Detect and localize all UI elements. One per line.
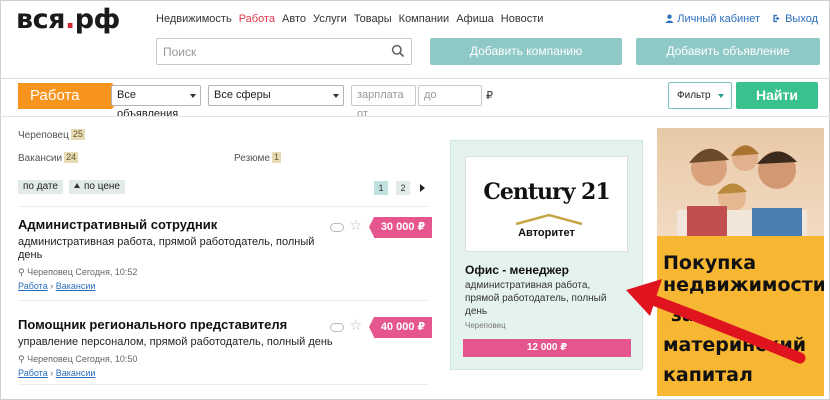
nav-item-work[interactable]: Работа — [239, 13, 275, 25]
logo-wordmark: Century 21 — [483, 179, 610, 205]
city-filter[interactable]: Череповец 25 — [18, 129, 85, 141]
sort-by-price-button[interactable]: по цене — [68, 180, 125, 194]
roof-icon — [515, 213, 583, 225]
nav-item-afisha[interactable]: Афиша — [456, 13, 494, 25]
compare-toggle[interactable] — [330, 223, 344, 232]
star-icon[interactable]: ☆ — [349, 218, 362, 232]
crumb-work-link[interactable]: Работа — [18, 281, 48, 291]
ad-banner[interactable]: Покупка недвижимости за материнский капи… — [657, 128, 824, 396]
resume-tab[interactable]: Резюме 1 — [234, 152, 281, 164]
search-input[interactable] — [157, 39, 377, 64]
crumb-vacancies-link[interactable]: Вакансии — [56, 281, 96, 291]
banner-line-4: материнский — [663, 334, 807, 356]
cabinet-label: Личный кабинет — [677, 13, 761, 25]
list-divider — [18, 300, 428, 301]
list-divider — [18, 384, 428, 385]
vacancies-tab[interactable]: Вакансии 24 — [18, 152, 79, 164]
logo-subtitle: Авторитет — [518, 227, 575, 239]
job-meta: ⚲ Череповец Сегодня, 10:50 — [18, 354, 432, 365]
chevron-down-icon — [333, 94, 339, 98]
salary-badge: 40 000 ₽ — [369, 317, 432, 338]
crumb-work-link[interactable]: Работа — [18, 368, 48, 378]
list-item[interactable]: Административный сотрудник административ… — [18, 217, 432, 291]
nav-item-goods[interactable]: Товары — [354, 13, 392, 25]
promo-city: Череповец — [465, 321, 506, 330]
page-2-button[interactable]: 2 — [396, 181, 410, 195]
banner-line-5: капитал — [663, 364, 753, 386]
salary-from-input[interactable]: зарплата от — [351, 85, 416, 120]
sort-by-date-button[interactable]: по дате — [18, 180, 63, 194]
add-company-button[interactable]: Добавить компанию — [430, 38, 622, 65]
site-logo[interactable]: вся.рф — [16, 4, 120, 35]
filter-label: Фильтр — [677, 90, 711, 101]
resume-count-badge: 1 — [271, 152, 281, 163]
salary-badge: 30 000 ₽ — [369, 217, 432, 238]
nav-item-companies[interactable]: Компании — [399, 13, 450, 25]
spheres-select-value: Все сферы — [214, 89, 271, 101]
list-item[interactable]: Помощник регионального представителя упр… — [18, 317, 432, 378]
filter-divider — [0, 116, 830, 117]
promo-card[interactable]: Century 21 Авторитет Офис - менеджер адм… — [450, 140, 643, 370]
promo-title[interactable]: Офис - менеджер — [465, 263, 569, 277]
ads-select[interactable]: Все объявления — [111, 85, 201, 120]
breadcrumb: Работа › Вакансии — [18, 281, 96, 291]
currency-label: ₽ — [486, 90, 493, 102]
job-description: управление персоналом, прямой работодате… — [18, 336, 333, 348]
top-nav: Недвижимость Работа Авто Услуги Товары К… — [156, 13, 550, 25]
job-meta-text: Череповец Сегодня, 10:52 — [27, 267, 138, 277]
job-meta: ⚲ Череповец Сегодня, 10:52 — [18, 267, 432, 278]
crumb-vacancies-link[interactable]: Вакансии — [56, 368, 96, 378]
account-links: Личный кабинет Выход — [665, 13, 818, 25]
sort-bar: по дате по цене — [18, 180, 125, 194]
filter-button[interactable]: Фильтр — [668, 82, 732, 109]
promo-description: административная работа, прямой работода… — [465, 280, 607, 317]
breadcrumb: Работа › Вакансии — [18, 368, 96, 378]
resume-label: Резюме — [234, 153, 270, 164]
list-divider — [18, 206, 428, 207]
chevron-down-icon — [718, 94, 724, 98]
star-icon[interactable]: ☆ — [349, 318, 362, 332]
nav-item-auto[interactable]: Авто — [282, 13, 306, 25]
banner-line-2: недвижимости — [663, 274, 824, 296]
spheres-select[interactable]: Все сферы — [208, 85, 344, 106]
city-count-badge: 25 — [70, 129, 85, 140]
user-icon — [665, 14, 674, 23]
compare-toggle[interactable] — [330, 323, 344, 332]
header-divider — [0, 78, 830, 79]
find-button[interactable]: Найти — [736, 82, 818, 109]
chevron-down-icon — [190, 94, 196, 98]
vacancies-label: Вакансии — [18, 153, 63, 164]
search-box — [156, 38, 412, 65]
sort-up-icon — [73, 183, 80, 188]
job-meta-text: Череповец Сегодня, 10:50 — [27, 354, 138, 364]
logout-label: Выход — [785, 13, 818, 25]
sort-price-label: по цене — [83, 181, 120, 192]
promo-price: 12 000 ₽ — [463, 339, 631, 357]
search-icon[interactable] — [391, 44, 405, 58]
location-pin-icon: ⚲ — [18, 267, 25, 277]
cabinet-link[interactable]: Личный кабинет — [665, 13, 760, 25]
banner-line-1: Покупка — [663, 252, 757, 274]
family-photo — [657, 128, 824, 236]
city-label: Череповец — [18, 130, 69, 141]
nav-item-news[interactable]: Новости — [501, 13, 544, 25]
salary-to-input[interactable]: до — [418, 85, 482, 106]
company-logo: Century 21 Авторитет — [465, 156, 628, 252]
nav-item-realty[interactable]: Недвижимость — [156, 13, 232, 25]
nav-item-services[interactable]: Услуги — [313, 13, 347, 25]
next-page-icon[interactable] — [420, 184, 425, 192]
logout-icon — [773, 14, 780, 23]
vacancies-count-badge: 24 — [64, 152, 79, 163]
page-1-button[interactable]: 1 — [374, 181, 388, 195]
logout-link[interactable]: Выход — [772, 13, 818, 25]
job-description: административная работа, прямой работода… — [18, 236, 315, 261]
family-photo-art — [677, 145, 807, 236]
add-ad-button[interactable]: Добавить объявление — [636, 38, 820, 65]
section-tag: Работа — [18, 83, 122, 109]
banner-line-3: за — [671, 304, 695, 326]
pagination: 1 2 — [374, 181, 425, 195]
location-pin-icon: ⚲ — [18, 354, 25, 364]
